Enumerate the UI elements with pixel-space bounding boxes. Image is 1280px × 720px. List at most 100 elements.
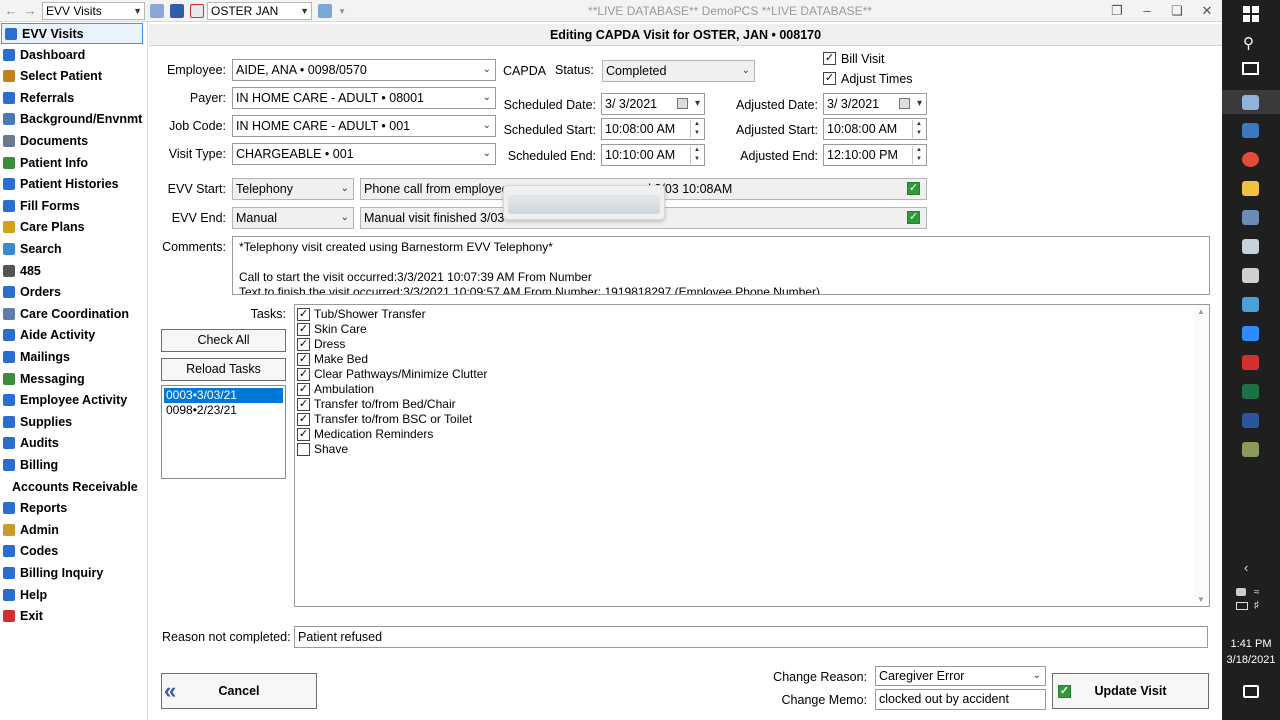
sidebar-item[interactable]: Patient Info — [0, 153, 146, 174]
evv-end-select[interactable]: Manual ⌄ — [232, 207, 354, 229]
comments-textarea[interactable]: *Telephony visit created using Barnestor… — [232, 236, 1210, 295]
battery-icon[interactable] — [1236, 602, 1248, 610]
evv-start-select[interactable]: Telephony ⌄ — [232, 178, 354, 200]
scheduled-date-picker[interactable]: 3/ 3/2021 ▾ — [601, 93, 705, 115]
task-item[interactable]: ✓ Skin Care — [295, 322, 367, 337]
tools-icon[interactable] — [318, 4, 332, 18]
visit-listbox[interactable]: 0003•3/03/21 0098•2/23/21 — [161, 385, 286, 479]
back-icon[interactable]: ← — [3, 3, 19, 19]
visit-list-item[interactable]: 0003•3/03/21 — [164, 388, 283, 403]
sidebar-item[interactable]: Reports — [0, 498, 146, 519]
adjusted-end-time[interactable]: 12:10:00 PM ▲ ▼ — [823, 144, 927, 166]
sidebar-item[interactable]: Employee Activity — [0, 390, 146, 411]
menu-dropdown-icon[interactable]: ▾ — [334, 3, 350, 19]
scroll-down-icon[interactable]: ▼ — [1193, 595, 1209, 604]
adjusted-start-time[interactable]: 10:08:00 AM ▲ ▼ — [823, 118, 927, 140]
scheduled-start-time[interactable]: 10:08:00 AM ▲ ▼ — [601, 118, 705, 140]
spinner-icon[interactable]: ▲ ▼ — [912, 146, 925, 164]
maximize-icon[interactable]: ❏ — [1168, 2, 1186, 20]
zoom-icon[interactable] — [1242, 326, 1259, 341]
update-visit-button[interactable]: ✓ Update Visit — [1052, 673, 1209, 709]
sidebar-item[interactable]: Help — [0, 585, 146, 606]
sidebar-item[interactable]: EVV Visits — [1, 23, 143, 44]
patient-icon[interactable] — [190, 4, 204, 18]
forward-icon[interactable]: → — [22, 3, 38, 19]
patient-select[interactable]: OSTER JAN ▼ — [207, 2, 312, 20]
task-item[interactable]: ✓ Medication Reminders — [295, 427, 433, 442]
sidebar-item[interactable]: Admin — [0, 520, 146, 541]
app-icon[interactable] — [1242, 95, 1259, 110]
scheduled-end-time[interactable]: 10:10:00 AM ▲ ▼ — [601, 144, 705, 166]
app-icon[interactable] — [1242, 297, 1259, 312]
task-checkbox[interactable]: ✓ — [297, 338, 310, 351]
notifications-icon[interactable] — [1243, 685, 1259, 698]
sidebar-item[interactable]: Background/Envnmt — [0, 109, 146, 130]
folder-icon[interactable] — [1242, 181, 1259, 196]
close-icon[interactable]: ✕ — [1198, 2, 1216, 20]
sidebar-item[interactable]: Fill Forms — [0, 196, 146, 217]
app-icon[interactable] — [1242, 123, 1259, 138]
sidebar-item[interactable]: Billing — [0, 455, 146, 476]
search-icon[interactable]: ⚲ — [1243, 34, 1254, 52]
clock[interactable]: 1:41 PM 3/18/2021 — [1222, 636, 1280, 668]
task-checkbox[interactable]: ✓ — [297, 308, 310, 321]
task-checkbox[interactable]: ✓ — [297, 368, 310, 381]
task-checkbox[interactable]: ✓ — [297, 323, 310, 336]
task-checkbox[interactable]: ✓ — [297, 353, 310, 366]
task-item[interactable]: ✓ Transfer to/from Bed/Chair — [295, 397, 456, 412]
task-checkbox[interactable] — [297, 443, 310, 456]
task-item[interactable]: ✓ Tub/Shower Transfer — [295, 307, 426, 322]
task-checkbox[interactable]: ✓ — [297, 398, 310, 411]
chrome-icon[interactable] — [1242, 152, 1259, 167]
spinner-icon[interactable]: ▲ ▼ — [912, 120, 925, 138]
module-select[interactable]: EVV Visits ▼ — [42, 2, 145, 20]
task-item[interactable]: ✓ Dress — [295, 337, 345, 352]
sidebar-item[interactable]: Search — [0, 239, 146, 260]
status-select[interactable]: Completed ⌄ — [602, 60, 755, 82]
calculator-icon[interactable] — [1242, 268, 1259, 283]
reason-input[interactable]: Patient refused — [294, 626, 1208, 648]
task-view-icon[interactable] — [1242, 62, 1259, 75]
sidebar-item[interactable]: Billing Inquiry — [0, 563, 146, 584]
sidebar-item[interactable]: Orders — [0, 282, 146, 303]
acrobat-icon[interactable] — [1242, 355, 1259, 370]
sidebar-item[interactable]: Supplies — [0, 412, 146, 433]
adjust-times-checkbox[interactable]: ✓ — [823, 72, 836, 85]
task-item[interactable]: Shave — [295, 442, 348, 457]
word-icon[interactable] — [1242, 413, 1259, 428]
tasks-scrollbar[interactable]: ▲ ▼ — [1193, 305, 1209, 606]
sidebar-item[interactable]: Select Patient — [0, 66, 146, 87]
adjusted-date-picker[interactable]: 3/ 3/2021 ▾ — [823, 93, 927, 115]
change-reason-select[interactable]: Caregiver Error ⌄ — [875, 666, 1046, 686]
task-checkbox[interactable]: ✓ — [297, 383, 310, 396]
app-icon[interactable] — [1242, 442, 1259, 457]
task-item[interactable]: ✓ Transfer to/from BSC or Toilet — [295, 412, 472, 427]
notepad-icon[interactable] — [1242, 239, 1259, 254]
sidebar-item[interactable]: Messaging — [0, 369, 146, 390]
visit-type-select[interactable]: CHARGEABLE • 001 ⌄ — [232, 143, 496, 165]
visit-list-item[interactable]: 0098•2/23/21 — [164, 403, 283, 418]
spinner-icon[interactable]: ▲ ▼ — [690, 120, 703, 138]
sidebar-item[interactable]: Referrals — [0, 88, 146, 109]
reload-tasks-button[interactable]: Reload Tasks — [161, 358, 286, 381]
check-all-button[interactable]: Check All — [161, 329, 286, 352]
sidebar-item[interactable]: Exit — [0, 606, 146, 627]
network-icon[interactable] — [1236, 588, 1246, 596]
minimize-icon[interactable]: – — [1138, 2, 1156, 20]
sidebar-item[interactable]: Aide Activity — [0, 325, 146, 346]
task-checkbox[interactable]: ✓ — [297, 413, 310, 426]
task-item[interactable]: ✓ Make Bed — [295, 352, 368, 367]
info-icon[interactable] — [170, 4, 184, 18]
task-item[interactable]: ✓ Ambulation — [295, 382, 374, 397]
scroll-up-icon[interactable]: ▲ — [1193, 307, 1209, 316]
bill-visit-checkbox[interactable]: ✓ — [823, 52, 836, 65]
employee-select[interactable]: AIDE, ANA • 0098/0570 ⌄ — [232, 59, 496, 81]
sidebar-item[interactable]: Dashboard — [0, 45, 146, 66]
restore-panel-icon[interactable]: ❐ — [1108, 2, 1126, 20]
calendar-icon[interactable] — [899, 98, 910, 109]
task-checkbox[interactable]: ✓ — [297, 428, 310, 441]
excel-icon[interactable] — [1242, 384, 1259, 399]
system-tray[interactable]: ≈ ♯ — [1234, 586, 1268, 614]
task-item[interactable]: ✓ Clear Pathways/Minimize Clutter — [295, 367, 487, 382]
sidebar-item[interactable]: Accounts Receivable — [0, 477, 146, 498]
